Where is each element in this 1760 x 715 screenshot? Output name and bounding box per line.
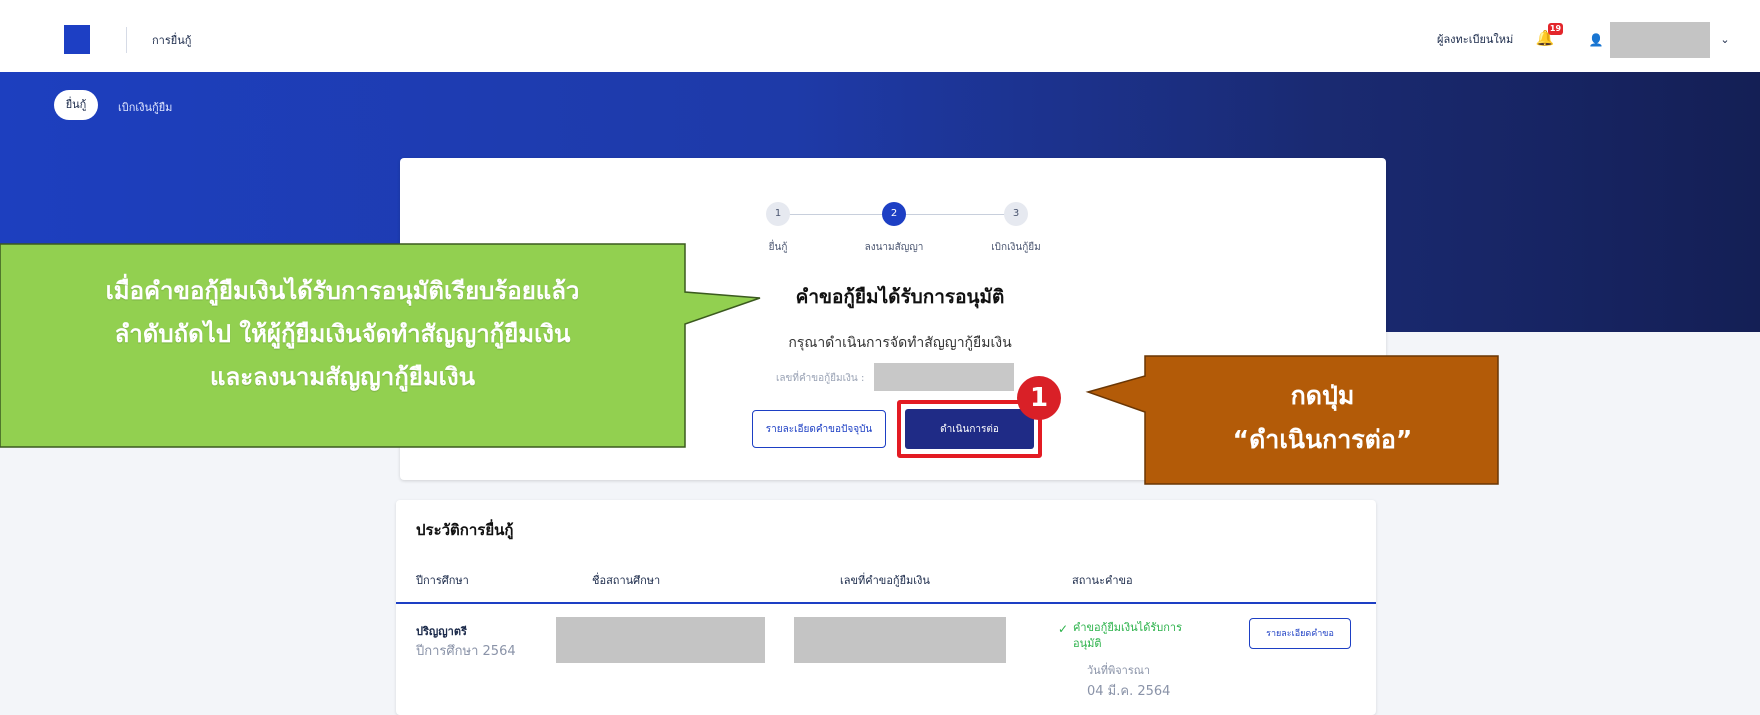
brown-callout-text: กดปุ่ม “ดำเนินการต่อ” [1145, 374, 1500, 462]
step-marker: 1 [1017, 376, 1061, 420]
user-icon[interactable]: 👤 [1585, 29, 1607, 51]
green-callout-line-1: เมื่อคำขอกู้ยืมเงินได้รับการอนุมัติเรียบ… [105, 277, 580, 305]
request-number-cell-redacted [794, 617, 1006, 663]
app-logo[interactable] [64, 25, 90, 54]
step-3-label: เบิกเงินกู้ยืม [991, 242, 1041, 253]
column-header-request-number: เลขที่คำขอกู้ยืมเงิน [840, 574, 930, 587]
request-number-redacted [874, 363, 1014, 391]
request-detail-button[interactable]: รายละเอียดคำขอ [1249, 618, 1351, 649]
column-header-institution: ชื่อสถานศึกษา [592, 574, 661, 587]
row-status: ✓ คำขอกู้ยืมเงินได้รับการ อนุมัติ [1058, 620, 1223, 652]
user-name-redacted[interactable] [1610, 22, 1710, 58]
green-callout-line-3: และลงนามสัญญากู้ยืมเงิน [210, 363, 475, 391]
tab-withdraw-loan[interactable]: เบิกเงินกู้ยืม [118, 98, 172, 116]
register-link[interactable]: ผู้ลงทะเบียนใหม่ [1437, 30, 1513, 48]
table-header-divider [396, 602, 1376, 604]
status-date-label: วันที่พิจารณา [1087, 664, 1151, 677]
request-number-label: เลขที่คำขอกู้ยืมเงิน : [776, 373, 865, 384]
step-2-circle: 2 [882, 202, 906, 226]
step-1-label: ยื่นกู้ [768, 242, 788, 253]
current-request-details-button[interactable]: รายละเอียดคำขอปัจจุบัน [752, 410, 886, 448]
status-date: 04 มี.ค. 2564 [1087, 684, 1171, 699]
loan-history-card [396, 500, 1376, 715]
institution-redacted [556, 617, 765, 663]
divider [126, 27, 127, 53]
brown-callout-line-2: “ดำเนินการต่อ” [1232, 425, 1413, 454]
brown-callout-line-1: กดปุ่ม [1290, 381, 1355, 410]
approval-subtitle: กรุณาดำเนินการจัดทำสัญญากู้ยืมเงิน [788, 335, 1012, 351]
column-header-academic-year: ปีการศึกษา [416, 574, 469, 587]
step-2-label: ลงนามสัญญา [864, 242, 924, 253]
tab-apply-loan[interactable]: ยื่นกู้ [54, 90, 98, 120]
row-degree: ปริญญาตรี [416, 625, 467, 638]
step-3-circle: 3 [1004, 202, 1028, 226]
row-academic-year: ปีการศึกษา 2564 [416, 644, 516, 659]
notification-badge: 19 [1548, 23, 1563, 35]
status-line-1: คำขอกู้ยืมเงินได้รับการ [1073, 621, 1182, 634]
green-callout-text: เมื่อคำขอกู้ยืมเงินได้รับการอนุมัติเรียบ… [0, 270, 685, 399]
nav-item-loan-application[interactable]: การยื่นกู้ [152, 31, 191, 49]
history-title: ประวัติการยื่นกู้ [416, 521, 514, 539]
continue-button[interactable]: ดำเนินการต่อ [905, 409, 1034, 449]
chevron-down-icon[interactable]: ⌄ [1718, 29, 1732, 51]
step-1-circle: 1 [766, 202, 790, 226]
green-callout-line-2: ลำดับถัดไป ให้ผู้กู้ยืมเงินจัดทำสัญญากู้… [114, 320, 571, 348]
status-line-2: อนุมัติ [1073, 637, 1102, 650]
column-header-status: สถานะคำขอ [1072, 574, 1133, 587]
check-icon: ✓ [1058, 622, 1069, 636]
approval-title: คำขอกู้ยืมได้รับการอนุมัติ [795, 286, 1005, 308]
